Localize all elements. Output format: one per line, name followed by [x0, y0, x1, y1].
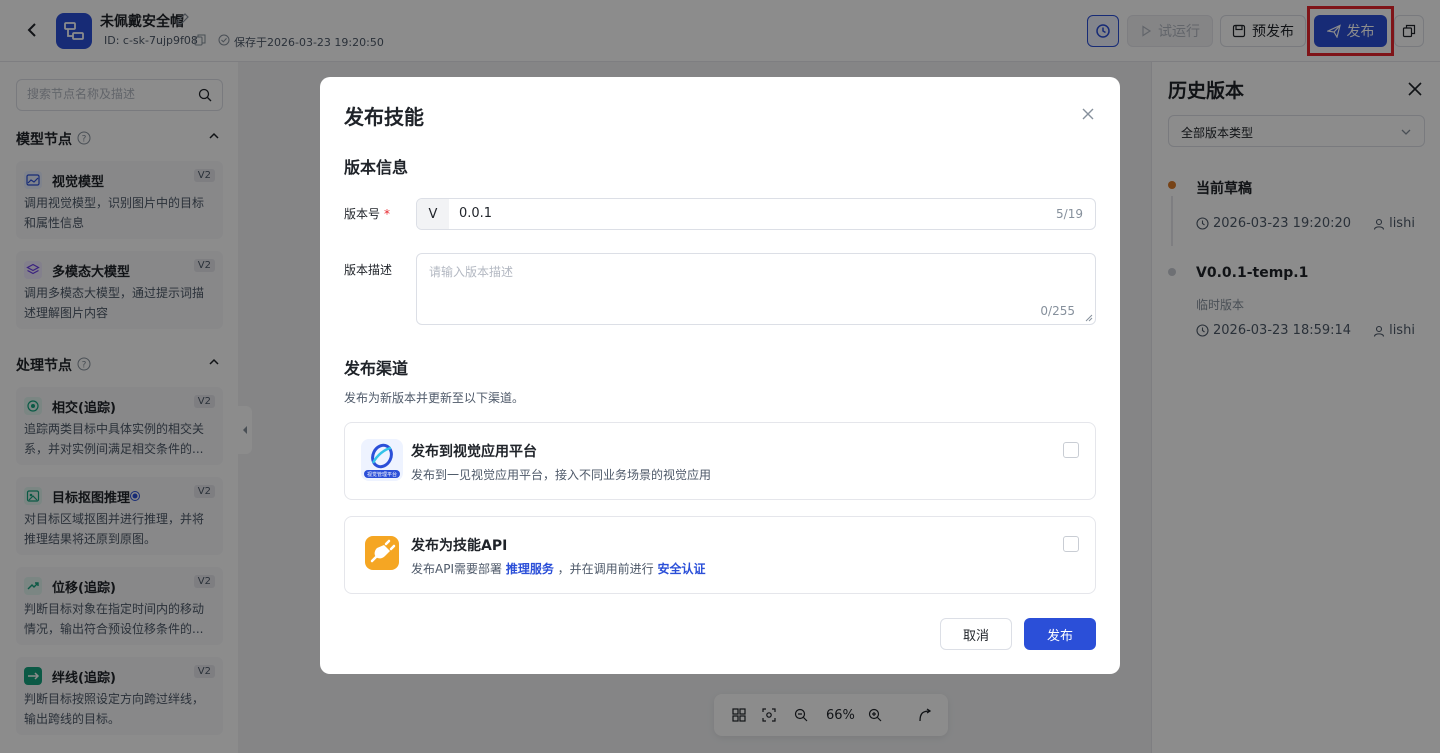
channel-hint: 发布为新版本并更新至以下渠道。	[344, 391, 525, 405]
resize-grip-icon[interactable]	[1085, 314, 1093, 322]
plug-icon	[370, 539, 396, 563]
desc-char-count: 0/255	[1040, 304, 1075, 318]
confirm-publish-button[interactable]: 发布	[1024, 618, 1096, 650]
channel-title: 发布为技能API	[411, 538, 508, 554]
channel-checkbox[interactable]	[1063, 442, 1079, 458]
version-desc-input[interactable]	[429, 263, 1069, 303]
publish-skill-dialog: 发布技能 版本信息 版本号* V 5/19 版本描述 0/255 发布渠道 发布…	[320, 77, 1120, 674]
channel-heading: 发布渠道	[344, 359, 409, 378]
inference-service-link[interactable]: 推理服务	[506, 562, 554, 576]
version-char-count: 5/19	[1056, 207, 1083, 221]
close-icon[interactable]	[1080, 106, 1096, 122]
api-desc-mid: ，并在调用前进行	[557, 562, 654, 576]
version-label: 版本号 *	[344, 205, 390, 222]
version-input[interactable]	[459, 206, 1019, 221]
dialog-title: 发布技能	[344, 105, 424, 129]
vision-platform-icon: 视觉管理平台	[364, 443, 400, 478]
version-info-heading: 版本信息	[344, 158, 409, 177]
version-label-text: 版本号	[344, 207, 381, 221]
version-field[interactable]: V 5/19	[416, 198, 1096, 230]
channel-desc: 发布到一见视觉应用平台，接入不同业务场景的视觉应用	[411, 468, 712, 482]
channel-card-vision-platform[interactable]: 视觉管理平台 发布到视觉应用平台 发布到一见视觉应用平台，接入不同业务场景的视觉…	[344, 422, 1096, 500]
channel-card-skill-api[interactable]: 发布为技能API 发布API需要部署 推理服务 ，并在调用前进行 安全认证	[344, 516, 1096, 594]
channel-checkbox[interactable]	[1063, 536, 1079, 552]
security-auth-link[interactable]: 安全认证	[658, 562, 706, 576]
version-desc-field[interactable]: 0/255	[416, 253, 1096, 325]
channel-desc: 发布API需要部署 推理服务 ，并在调用前进行 安全认证	[411, 560, 706, 577]
cancel-button[interactable]: 取消	[940, 618, 1012, 650]
version-prefix: V	[417, 199, 449, 229]
desc-label: 版本描述	[344, 263, 393, 277]
logo-caption: 视觉管理平台	[367, 471, 397, 478]
api-desc-prefix: 发布API需要部署	[411, 562, 502, 576]
api-logo	[365, 536, 399, 570]
channel-title: 发布到视觉应用平台	[411, 444, 537, 460]
required-mark: *	[384, 207, 391, 221]
vision-platform-logo: 视觉管理平台	[361, 439, 403, 481]
